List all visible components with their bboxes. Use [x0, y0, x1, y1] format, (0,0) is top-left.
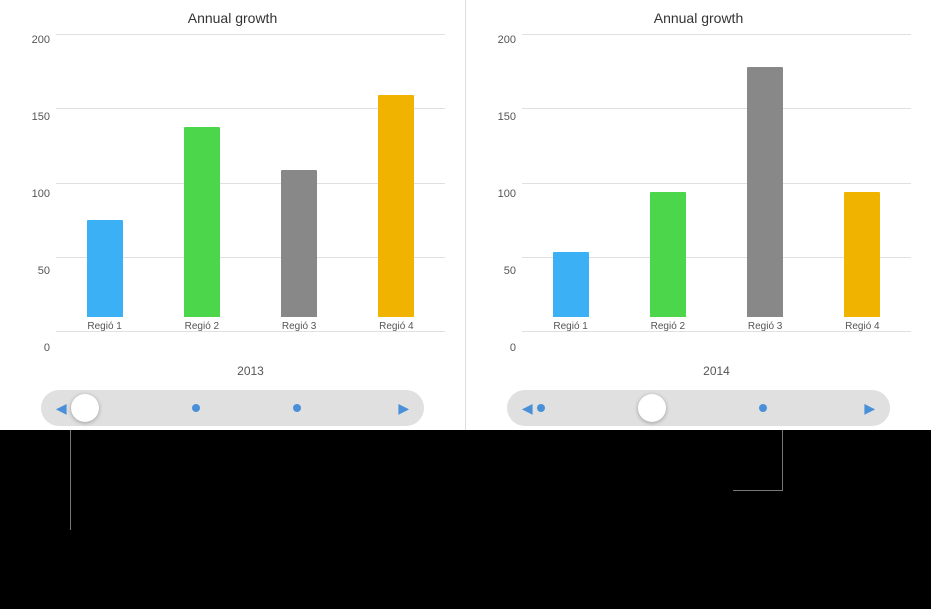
chart-container-1: Annual growth200150100500Regió 1Regió 2R…	[0, 0, 466, 430]
slider-right-arrow-2[interactable]: ▶	[860, 398, 880, 418]
charts-area: Annual growth200150100500Regió 1Regió 2R…	[0, 0, 931, 430]
bar-1-1	[87, 220, 123, 318]
bar-label-1-3: Regió 3	[282, 321, 316, 332]
bar-group-2-2: Regió 2	[619, 192, 716, 332]
annotation-line-right-horiz	[733, 490, 783, 491]
annotation-line-right-vert	[782, 430, 783, 490]
bar-label-1-1: Regió 1	[87, 321, 121, 332]
grid-bars-2: Regió 1 Regió 2 Regió 3 Regió 4	[522, 34, 911, 360]
bar-label-1-2: Regió 2	[185, 321, 219, 332]
y-axis-1: 200150100500	[20, 34, 56, 382]
bar-1-2	[184, 127, 220, 317]
x-axis-label-2: 2014	[522, 364, 911, 382]
bottom-section	[0, 430, 931, 609]
bar-2-2	[650, 192, 686, 317]
slider-right-arrow-1[interactable]: ▶	[394, 398, 414, 418]
slider-thumb-2[interactable]	[638, 394, 666, 422]
slider-bar-2: ◀▶	[507, 390, 890, 426]
chart-inner-2: Regió 1 Regió 2 Regió 3 Regió 4 2014	[522, 34, 911, 382]
bar-label-1-4: Regió 4	[379, 321, 413, 332]
bar-label-2-3: Regió 3	[748, 321, 782, 332]
bars-row-1: Regió 1 Regió 2 Regió 3 Regió 4	[56, 52, 445, 332]
bar-1-4	[378, 95, 414, 318]
slider-thumb-1[interactable]	[71, 394, 99, 422]
slider-dot-1-2	[293, 404, 301, 412]
chart-wrapper-1: 200150100500 Regió 1 Regió 2 Regió 3 Regió 4…	[20, 34, 445, 382]
bar-group-2-3: Regió 3	[717, 67, 814, 332]
bar-1-3	[281, 170, 317, 318]
bar-group-1-4: Regió 4	[348, 95, 445, 333]
annotation-line-left-vert	[70, 430, 71, 530]
bar-2-4	[844, 192, 880, 317]
bar-label-2-2: Regió 2	[651, 321, 685, 332]
chart-title-2: Annual growth	[654, 10, 744, 26]
chart-title-1: Annual growth	[188, 10, 278, 26]
slider-dot-1-1	[192, 404, 200, 412]
bar-2-1	[553, 252, 589, 317]
slider-left-arrow-1[interactable]: ◀	[51, 398, 71, 418]
y-axis-2: 200150100500	[486, 34, 522, 382]
slider-dot-2-1	[537, 404, 545, 412]
bar-label-2-1: Regió 1	[553, 321, 587, 332]
chart-wrapper-2: 200150100500 Regió 1 Regió 2 Regió 3 Regió 4…	[486, 34, 911, 382]
bar-group-2-1: Regió 1	[522, 252, 619, 332]
bar-group-1-1: Regió 1	[56, 220, 153, 333]
chart-container-2: Annual growth200150100500Regió 1Regió 2R…	[466, 0, 931, 430]
bar-group-2-4: Regió 4	[814, 192, 911, 332]
bar-label-2-4: Regió 4	[845, 321, 879, 332]
x-axis-label-1: 2013	[56, 364, 445, 382]
bars-row-2: Regió 1 Regió 2 Regió 3 Regió 4	[522, 52, 911, 332]
slider-left-arrow-2[interactable]: ◀	[517, 398, 537, 418]
bar-group-1-3: Regió 3	[251, 170, 348, 333]
chart-inner-1: Regió 1 Regió 2 Regió 3 Regió 4 2013	[56, 34, 445, 382]
bar-2-3	[747, 67, 783, 317]
slider-dot-2-2	[759, 404, 767, 412]
bar-group-1-2: Regió 2	[153, 127, 250, 332]
slider-bar-1: ◀▶	[41, 390, 424, 426]
grid-bars-1: Regió 1 Regió 2 Regió 3 Regió 4	[56, 34, 445, 360]
